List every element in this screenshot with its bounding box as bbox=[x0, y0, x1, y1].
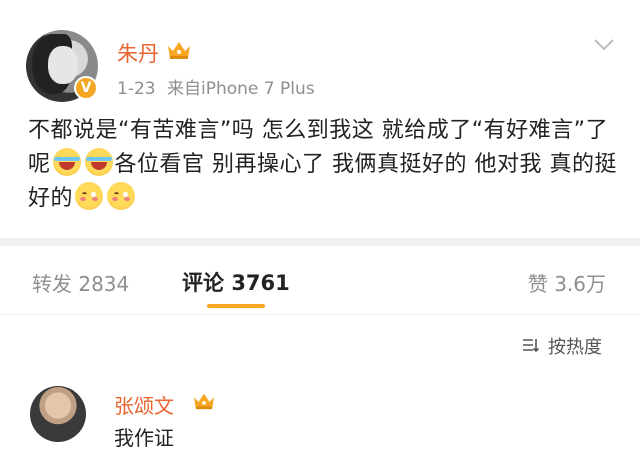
repost-count: 2834 bbox=[78, 272, 130, 296]
comment-label: 评论 bbox=[182, 271, 224, 295]
sort-icon[interactable] bbox=[522, 337, 540, 353]
comment-item: 张颂文 我作证 bbox=[0, 370, 640, 450]
shy-smile-emoji-icon bbox=[75, 182, 104, 210]
chevron-down-icon[interactable] bbox=[593, 38, 615, 52]
sort-by-hot-button[interactable]: 按热度 bbox=[548, 333, 602, 359]
post-source: 来自iPhone 7 Plus bbox=[167, 79, 315, 99]
comment-avatar[interactable] bbox=[30, 386, 86, 442]
post-username[interactable]: 朱丹 bbox=[117, 38, 159, 68]
active-tab-indicator bbox=[207, 304, 265, 308]
crown-icon bbox=[194, 393, 214, 410]
like-count: 3.6万 bbox=[554, 272, 606, 296]
crown-icon bbox=[168, 42, 190, 59]
shy-smile-emoji-icon bbox=[107, 182, 136, 210]
weibo-post: V 朱丹 1-23 来自iPhone 7 Plus 不都说是“有苦难言”吗 怎么… bbox=[0, 0, 640, 238]
comment-text: 我作证 bbox=[114, 426, 174, 450]
tab-comment[interactable]: 评论 3761 bbox=[182, 267, 290, 297]
tab-like[interactable]: 赞 3.6万 bbox=[528, 268, 606, 297]
post-meta: 1-23 来自iPhone 7 Plus bbox=[117, 74, 315, 99]
laugh-cry-emoji-icon bbox=[52, 148, 81, 176]
laugh-cry-emoji-icon bbox=[84, 148, 113, 176]
like-label: 赞 bbox=[527, 272, 548, 296]
comment-username[interactable]: 张颂文 bbox=[114, 390, 174, 419]
verified-badge-icon: V bbox=[74, 76, 98, 100]
sort-bar: 按热度 bbox=[0, 314, 640, 371]
section-divider bbox=[0, 238, 640, 246]
post-time: 1-23 bbox=[117, 79, 156, 99]
avatar-face bbox=[48, 46, 78, 84]
repost-label: 转发 bbox=[32, 272, 72, 296]
comment-count: 3761 bbox=[231, 271, 290, 295]
post-content: 不都说是“有苦难言”吗 怎么到我这 就给成了“有好难言”了呢 各位看官 别再操心了… bbox=[28, 114, 618, 216]
tab-repost[interactable]: 转发 2834 bbox=[32, 268, 129, 297]
post-action-tabs: 转发 2834 评论 3761 赞 3.6万 bbox=[0, 246, 640, 314]
